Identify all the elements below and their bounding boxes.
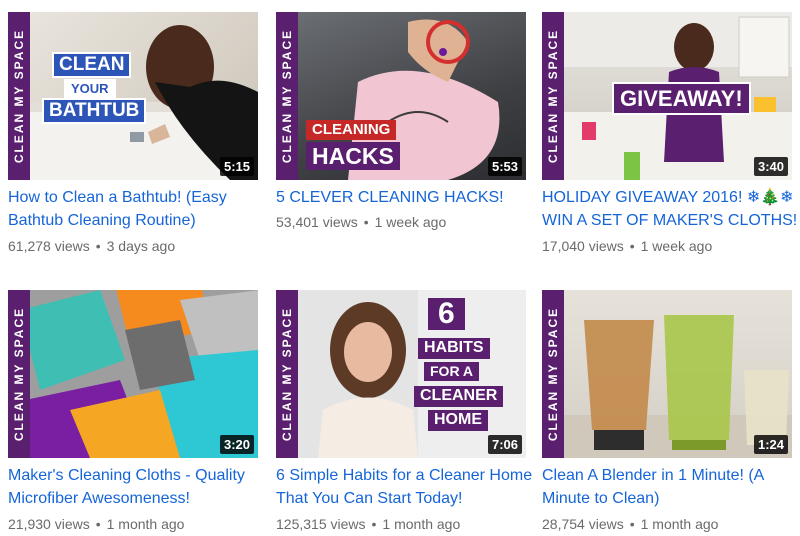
video-meta: 28,754 views • 1 month ago [542,516,718,532]
duration-badge: 5:53 [487,157,522,176]
video-title-link[interactable]: 6 Simple Habits for a Cleaner Home That … [276,464,538,510]
channel-brand-band: CLEAN MY SPACE [542,12,564,180]
blender-scene [564,315,792,458]
channel-brand-band: CLEAN MY SPACE [8,12,30,180]
overlay-line: HABITS [418,338,490,359]
video-meta: 21,930 views • 1 month ago [8,516,184,532]
channel-brand-band: CLEAN MY SPACE [542,290,564,458]
video-thumbnail[interactable]: CLEAN MY SPACE 1:24 [542,290,792,458]
upload-age: 1 month ago [106,516,185,532]
video-title-link[interactable]: HOLIDAY GIVEAWAY 2016! ❄🎄❄ WIN A SET OF … [542,186,800,232]
channel-brand-band: CLEAN MY SPACE [276,12,298,180]
separator-dot: • [363,214,369,230]
duration-badge: 7:06 [487,435,522,454]
view-count: 28,754 views [542,516,624,532]
channel-brand-band: CLEAN MY SPACE [276,290,298,458]
upload-age: 1 week ago [374,214,447,230]
view-count: 53,401 views [276,214,358,230]
overlay-line: CLEANING [306,120,397,140]
video-meta: 17,040 views • 1 week ago [542,238,712,254]
duration-badge: 1:24 [753,435,788,454]
upload-age: 1 month ago [640,516,719,532]
overlay-line: YOUR [64,79,116,99]
upload-age: 3 days ago [106,238,176,254]
upload-age: 1 week ago [640,238,713,254]
overlay-line: BATHTUB [42,98,147,124]
duration-badge: 3:40 [753,157,788,176]
separator-dot: • [371,516,377,532]
channel-brand-band: CLEAN MY SPACE [8,290,30,458]
video-title-link[interactable]: 5 CLEVER CLEANING HACKS! [276,186,538,209]
video-thumbnail[interactable]: CLEAN YOUR BATHTUB CLEAN MY SPACE 5:15 [8,12,258,180]
video-thumbnail[interactable]: 6 HABITS FOR A CLEANER HOME CLEAN MY SPA… [276,290,526,458]
separator-dot: • [95,238,101,254]
microfiber-cloths-scene [20,290,258,458]
duration-badge: 3:20 [219,435,254,454]
view-count: 21,930 views [8,516,90,532]
habits-presenter-scene [298,290,526,458]
video-meta: 125,315 views • 1 month ago [276,516,460,532]
video-meta: 61,278 views • 3 days ago [8,238,175,254]
overlay-line: FOR A [424,362,480,381]
overlay-line: 6 [428,298,465,330]
video-thumbnail[interactable]: GIVEAWAY! CLEAN MY SPACE 3:40 [542,12,792,180]
separator-dot: • [629,238,635,254]
video-meta: 53,401 views • 1 week ago [276,214,446,230]
overlay-line: CLEAN [52,52,132,78]
upload-age: 1 month ago [382,516,461,532]
view-count: 61,278 views [8,238,90,254]
video-title-link[interactable]: How to Clean a Bathtub! (Easy Bathtub Cl… [8,186,270,232]
video-thumbnail[interactable]: CLEANING HACKS CLEAN MY SPACE 5:53 [276,12,526,180]
video-title-link[interactable]: Clean A Blender in 1 Minute! (A Minute t… [542,464,800,510]
separator-dot: • [629,516,635,532]
separator-dot: • [95,516,101,532]
overlay-line: HACKS [306,142,400,171]
view-count: 125,315 views [276,516,366,532]
overlay-line: HOME [428,410,488,431]
video-title-link[interactable]: Maker's Cleaning Cloths - Quality Microf… [8,464,270,510]
video-thumbnail[interactable]: CLEAN MY SPACE 3:20 [8,290,258,458]
overlay-line: GIVEAWAY! [612,82,751,116]
overlay-line: CLEANER [414,386,504,407]
view-count: 17,040 views [542,238,624,254]
duration-badge: 5:15 [219,157,254,176]
